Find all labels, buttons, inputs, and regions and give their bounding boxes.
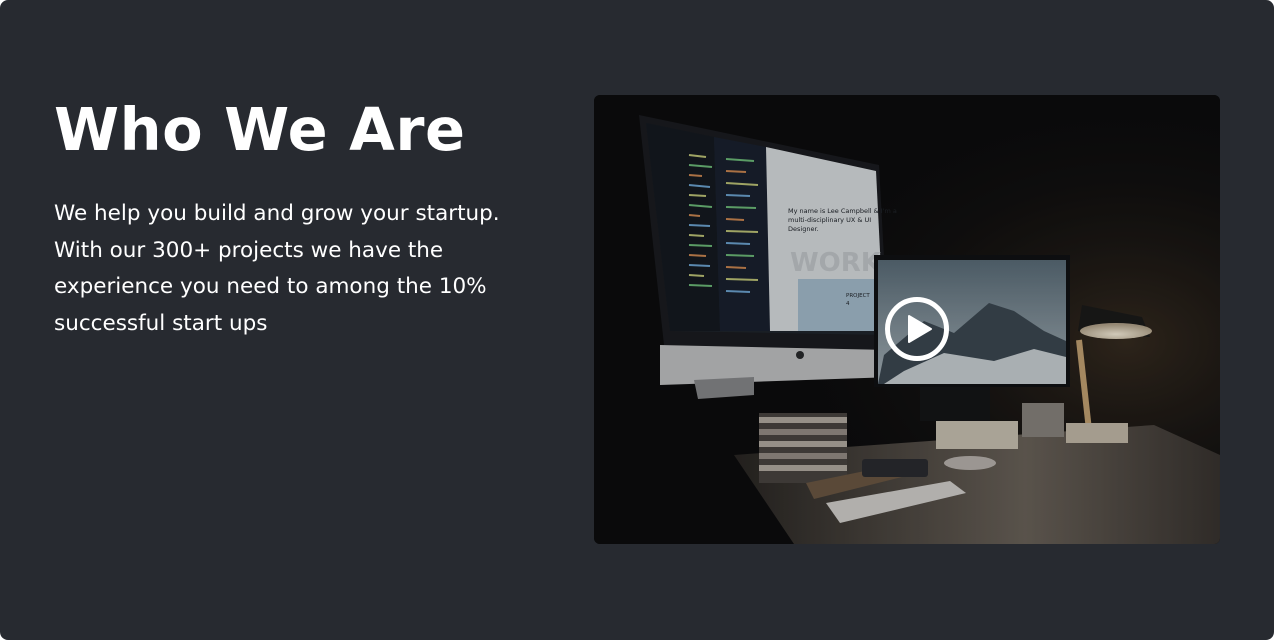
video-thumbnail[interactable]: My name is Lee Campbell & I'm a multi-di… [594, 95, 1220, 544]
section-title: Who We Are [54, 95, 466, 164]
play-circle-icon[interactable] [884, 296, 950, 362]
section-description: We help you build and grow your startup.… [54, 196, 524, 342]
description-line: experience you need to among the 10% [54, 274, 487, 299]
description-line: We help you build and grow your startup. [54, 201, 500, 226]
description-line: successful start ups [54, 310, 268, 336]
description-line: With our 300+ projects we have the [54, 237, 444, 263]
who-we-are-section: Who We Are We help you build and grow yo… [0, 0, 1274, 640]
